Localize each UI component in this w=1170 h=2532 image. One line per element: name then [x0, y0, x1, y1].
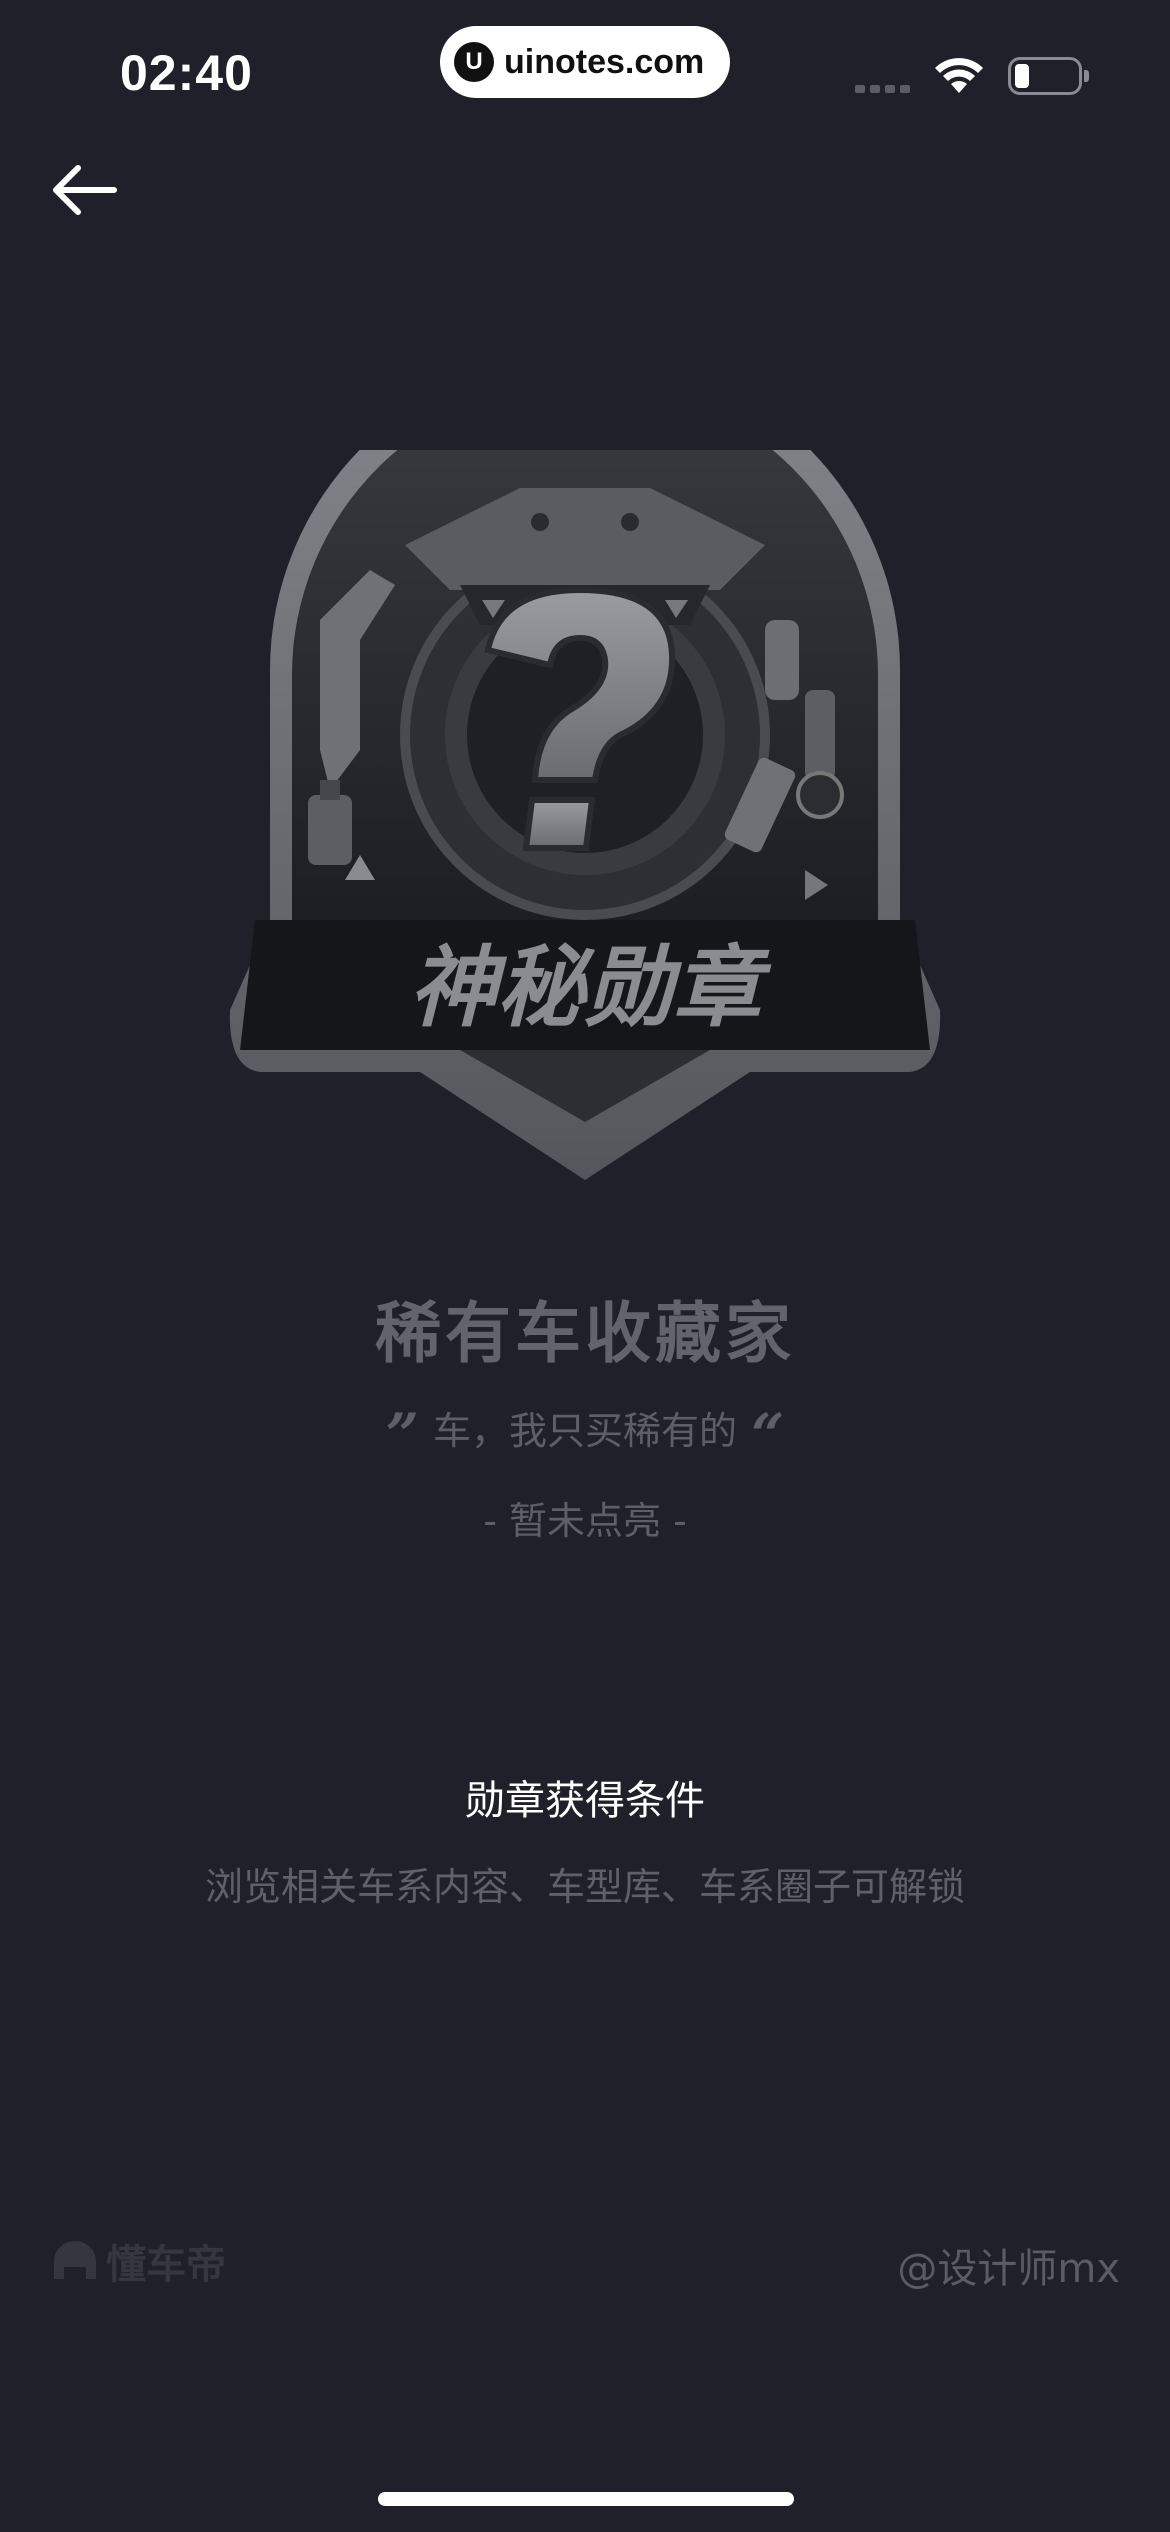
- cellular-signal-icon: [855, 85, 910, 93]
- wifi-icon: [935, 58, 983, 93]
- home-indicator[interactable]: [378, 2492, 794, 2506]
- condition-description: 浏览相关车系内容、车型库、车系圈子可解锁: [204, 1865, 965, 1909]
- designer-credit: @设计师mx: [897, 2246, 1120, 2292]
- status-time: 02:40: [120, 45, 253, 101]
- battery-icon: [1008, 57, 1082, 95]
- uinotes-logo-icon: U: [454, 42, 494, 82]
- condition-title: 勋章获得条件: [465, 1778, 705, 1824]
- medal-quote: ” 车，我只买稀有的 “: [0, 1400, 1170, 1469]
- quote-close-mark: “: [751, 1400, 785, 1469]
- mystery-badge: 神秘勋章: [229, 450, 941, 1180]
- badge-ribbon-text: 神秘勋章: [409, 936, 772, 1039]
- dongchedi-logo-icon: [54, 2241, 96, 2279]
- url-text: uinotes.com: [504, 42, 705, 81]
- medal-quote-text: 车，我只买稀有的: [432, 1409, 737, 1453]
- medal-status: - 暂未点亮 -: [483, 1499, 687, 1543]
- back-arrow-icon[interactable]: [48, 160, 120, 220]
- quote-open-mark: ”: [385, 1400, 419, 1469]
- logo-glyph: U: [465, 48, 483, 75]
- brand-name: 懂车帝: [106, 2242, 226, 2288]
- brand-watermark: 懂车帝: [50, 2232, 226, 2290]
- medal-name: 稀有车收藏家: [375, 1295, 795, 1372]
- battery-nub: [1084, 70, 1089, 82]
- url-pill[interactable]: U uinotes.com: [440, 26, 730, 98]
